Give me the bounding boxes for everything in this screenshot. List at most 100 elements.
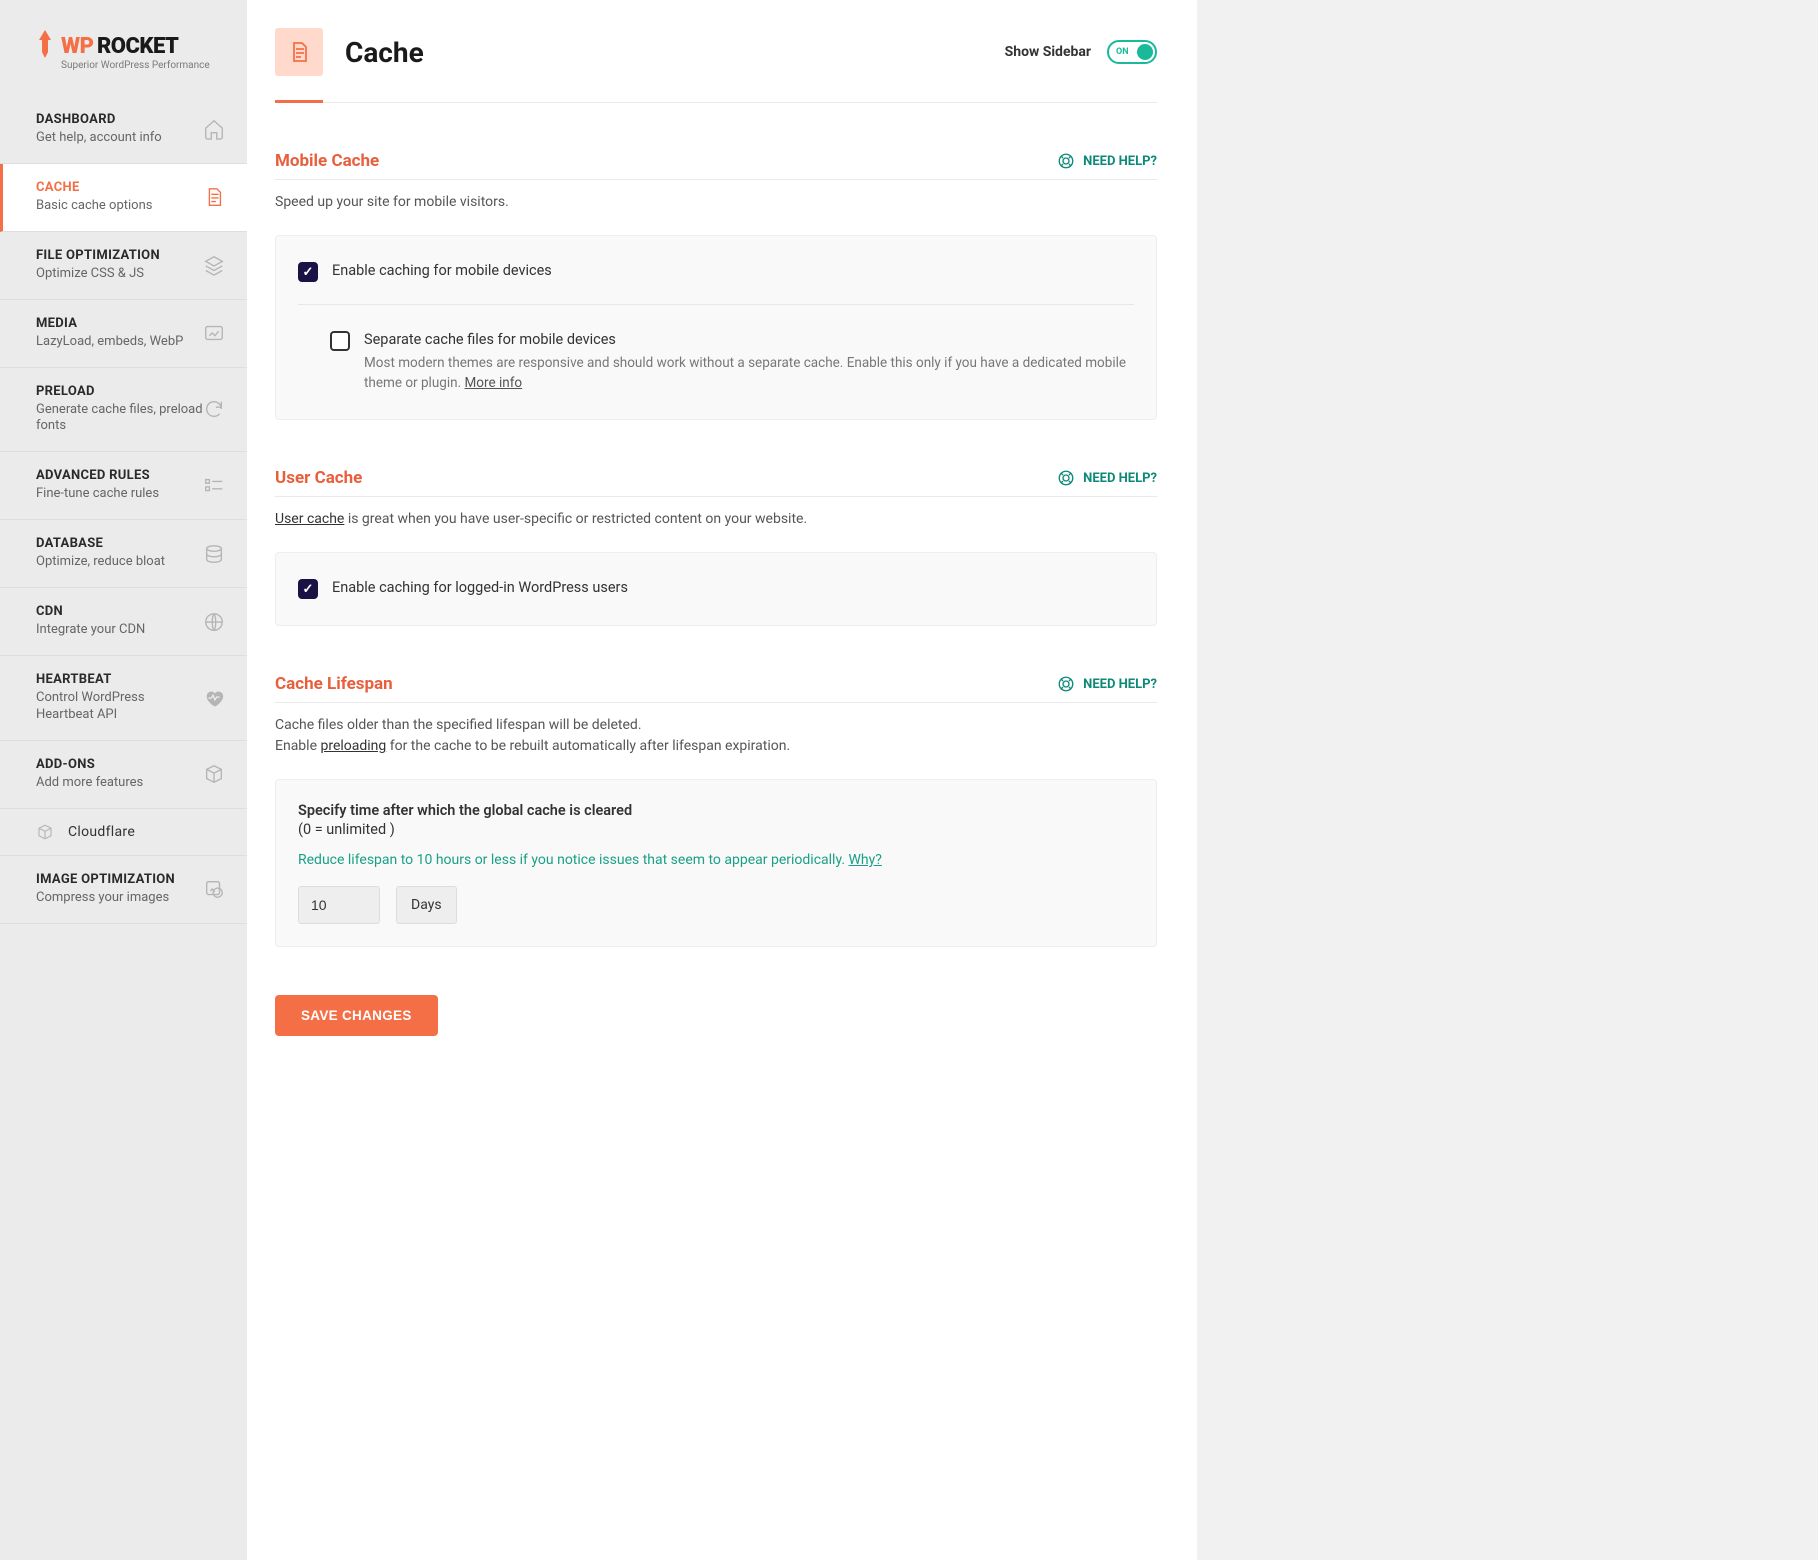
help-icon xyxy=(1057,469,1075,487)
why-link[interactable]: Why? xyxy=(849,852,882,868)
need-help-link[interactable]: NEED HELP? xyxy=(1057,152,1157,170)
compress-icon xyxy=(203,878,225,900)
need-help-link[interactable]: NEED HELP? xyxy=(1057,675,1157,693)
logo-rocket: ROCKET xyxy=(97,34,178,59)
need-help-text: NEED HELP? xyxy=(1083,154,1157,169)
need-help-text: NEED HELP? xyxy=(1083,677,1157,692)
nav-sub: Optimize, reduce bloat xyxy=(36,554,165,571)
need-help-link[interactable]: NEED HELP? xyxy=(1057,469,1157,487)
checkbox-mobile-cache[interactable] xyxy=(298,262,318,282)
logo-wp: WP xyxy=(61,34,93,59)
nav-sub: Add more features xyxy=(36,775,143,792)
cube-icon xyxy=(36,823,54,841)
nav-sub: Optimize CSS & JS xyxy=(36,266,160,283)
lifespan-title: Specify time after which the global cach… xyxy=(298,802,1134,819)
preloading-link[interactable]: preloading xyxy=(320,738,386,754)
lifespan-sub: (0 = unlimited ) xyxy=(298,821,1134,838)
sidebar-item-advanced-rules[interactable]: ADVANCED RULES Fine-tune cache rules xyxy=(0,452,247,520)
nav-sub: Control WordPress Heartbeat API xyxy=(36,690,203,724)
sidebar-item-image-optimization[interactable]: IMAGE OPTIMIZATION Compress your images xyxy=(0,856,247,924)
nav-title: HEARTBEAT xyxy=(36,672,203,687)
nav-sub: LazyLoad, embeds, WebP xyxy=(36,334,183,351)
help-icon xyxy=(1057,152,1075,170)
nav-title: ADVANCED RULES xyxy=(36,468,159,483)
sidebar-subitem-cloudflare[interactable]: Cloudflare xyxy=(0,809,247,856)
show-sidebar-toggle[interactable]: ON xyxy=(1107,40,1157,64)
nav-title: CDN xyxy=(36,604,145,619)
document-icon xyxy=(287,40,311,64)
option-label: Enable caching for mobile devices xyxy=(332,262,1134,279)
image-icon xyxy=(203,322,225,344)
nav-sub: Basic cache options xyxy=(36,198,152,215)
nav-title: PRELOAD xyxy=(36,384,203,399)
page-title: Cache xyxy=(345,36,424,69)
option-label: Enable caching for logged-in WordPress u… xyxy=(332,579,1134,596)
option-desc: Most modern themes are responsive and sh… xyxy=(364,354,1134,393)
document-icon xyxy=(203,186,225,208)
section-cache-lifespan: Cache Lifespan NEED HELP? Cache files ol… xyxy=(275,674,1157,947)
home-icon xyxy=(203,118,225,140)
sidebar-item-preload[interactable]: PRELOAD Generate cache files, preload fo… xyxy=(0,368,247,453)
globe-icon xyxy=(203,611,225,633)
lifespan-value-input[interactable] xyxy=(298,886,380,924)
user-cache-link[interactable]: User cache xyxy=(275,511,344,527)
toggle-label: ON xyxy=(1116,47,1129,57)
section-title: Cache Lifespan xyxy=(275,674,393,694)
database-icon xyxy=(203,543,225,565)
sidebar-item-cdn[interactable]: CDN Integrate your CDN xyxy=(0,588,247,656)
sidebar-item-cache[interactable]: CACHE Basic cache options xyxy=(0,164,247,232)
logo-icon xyxy=(35,30,55,62)
section-desc: User cache is great when you have user-s… xyxy=(275,509,1157,530)
logo: WP ROCKET Superior WordPress Performance xyxy=(0,0,247,96)
save-button[interactable]: SAVE CHANGES xyxy=(275,995,438,1036)
section-desc: Speed up your site for mobile visitors. xyxy=(275,192,1157,213)
toggle-knob xyxy=(1137,44,1153,60)
main-content: Cache Show Sidebar ON Mobile Cache NEED … xyxy=(247,0,1197,1560)
sidebar-item-addons[interactable]: ADD-ONS Add more features xyxy=(0,741,247,809)
sidebar-item-database[interactable]: DATABASE Optimize, reduce bloat xyxy=(0,520,247,588)
nav-sub: Integrate your CDN xyxy=(36,622,145,639)
nav-title: IMAGE OPTIMIZATION xyxy=(36,872,175,887)
section-title: Mobile Cache xyxy=(275,151,379,171)
need-help-text: NEED HELP? xyxy=(1083,471,1157,486)
heart-icon xyxy=(203,687,225,709)
sidebar-item-dashboard[interactable]: DASHBOARD Get help, account info xyxy=(0,96,247,164)
page-icon xyxy=(275,28,323,76)
nav-title: DATABASE xyxy=(36,536,165,551)
nav-sub: Generate cache files, preload fonts xyxy=(36,402,203,436)
checkbox-user-cache[interactable] xyxy=(298,579,318,599)
layers-icon xyxy=(203,254,225,276)
option-label: Separate cache files for mobile devices xyxy=(364,331,1134,348)
nav-title: MEDIA xyxy=(36,316,183,331)
option-box: Enable caching for logged-in WordPress u… xyxy=(275,552,1157,626)
list-icon xyxy=(203,475,225,497)
checkbox-separate-mobile[interactable] xyxy=(330,331,350,351)
box-icon xyxy=(203,763,225,785)
nav-title: CACHE xyxy=(36,180,152,195)
sidebar-item-media[interactable]: MEDIA LazyLoad, embeds, WebP xyxy=(0,300,247,368)
section-user-cache: User Cache NEED HELP? User cache is grea… xyxy=(275,468,1157,626)
app-root: WP ROCKET Superior WordPress Performance… xyxy=(0,0,1818,1560)
nav-title: ADD-ONS xyxy=(36,757,143,772)
nav-sub: Fine-tune cache rules xyxy=(36,486,159,503)
help-icon xyxy=(1057,675,1075,693)
sidebar: WP ROCKET Superior WordPress Performance… xyxy=(0,0,247,1560)
show-sidebar-label: Show Sidebar xyxy=(1005,44,1091,60)
logo-tagline: Superior WordPress Performance xyxy=(61,60,212,71)
nav-sub: Compress your images xyxy=(36,890,175,907)
nav-sub: Get help, account info xyxy=(36,130,162,147)
sidebar-item-file-optimization[interactable]: FILE OPTIMIZATION Optimize CSS & JS xyxy=(0,232,247,300)
lifespan-tip: Reduce lifespan to 10 hours or less if y… xyxy=(298,852,1134,868)
nav-title: Cloudflare xyxy=(68,824,135,840)
section-title: User Cache xyxy=(275,468,362,488)
section-desc: Cache files older than the specified lif… xyxy=(275,715,1157,757)
refresh-icon xyxy=(203,398,225,420)
sidebar-item-heartbeat[interactable]: HEARTBEAT Control WordPress Heartbeat AP… xyxy=(0,656,247,741)
lifespan-box: Specify time after which the global cach… xyxy=(275,779,1157,947)
lifespan-unit-select[interactable]: Days xyxy=(396,886,457,924)
page-header: Cache Show Sidebar ON xyxy=(275,28,1157,103)
section-mobile-cache: Mobile Cache NEED HELP? Speed up your si… xyxy=(275,151,1157,420)
option-box: Enable caching for mobile devices Separa… xyxy=(275,235,1157,420)
nav-title: DASHBOARD xyxy=(36,112,162,127)
more-info-link[interactable]: More info xyxy=(465,375,523,391)
